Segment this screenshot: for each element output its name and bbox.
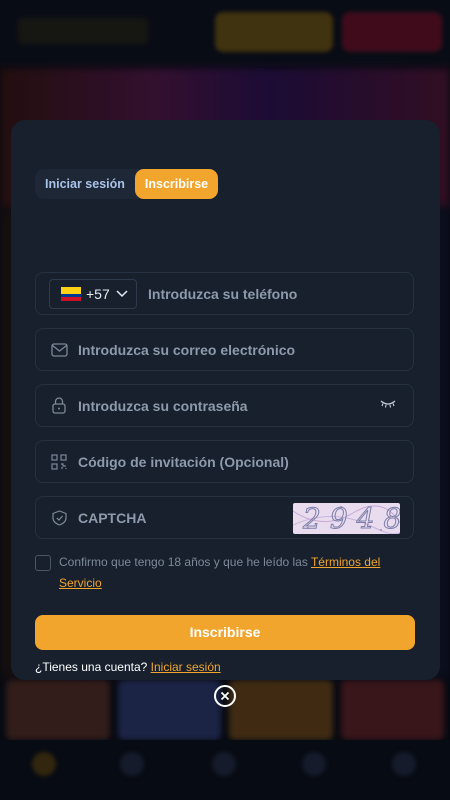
shield-check-icon — [50, 509, 68, 527]
register-button[interactable]: Inscribirse — [35, 615, 415, 650]
tab-login[interactable]: Iniciar sesión — [35, 169, 135, 199]
password-input[interactable]: Introduzca su contraseña — [78, 398, 248, 414]
colombia-flag-icon — [61, 286, 81, 301]
country-code: +57 — [86, 285, 110, 302]
mail-icon — [50, 341, 68, 359]
captcha-field[interactable]: CAPTCHA 2948 — [35, 496, 414, 539]
password-field[interactable]: Introduzca su contraseña — [35, 384, 414, 427]
terms-checkbox[interactable] — [35, 555, 51, 571]
captcha-input[interactable]: CAPTCHA — [78, 510, 146, 526]
email-input[interactable]: Introduzca su correo electrónico — [78, 342, 295, 358]
invite-code-input[interactable]: Código de invitación (Opcional) — [78, 454, 289, 470]
register-modal: Iniciar sesión Inscribirse +57 Introduzc… — [11, 120, 440, 680]
country-code-select[interactable]: +57 — [49, 278, 137, 309]
qr-code-icon — [50, 453, 68, 471]
email-field[interactable]: Introduzca su correo electrónico — [35, 328, 414, 371]
terms-text: Confirmo que tengo 18 años y que he leíd… — [59, 552, 404, 594]
phone-field[interactable]: +57 Introduzca su teléfono — [35, 272, 414, 315]
invite-code-field[interactable]: Código de invitación (Opcional) — [35, 440, 414, 483]
auth-tabs: Iniciar sesión Inscribirse — [35, 169, 219, 199]
have-account-text: ¿Tienes una cuenta? Iniciar sesión — [35, 660, 221, 674]
lock-icon — [50, 397, 68, 415]
eye-closed-icon[interactable] — [380, 399, 396, 409]
terms-label: Confirmo que tengo 18 años y que he leíd… — [59, 555, 311, 569]
close-icon[interactable] — [214, 685, 236, 707]
have-account-question: ¿Tienes una cuenta? — [35, 660, 151, 674]
tab-register[interactable]: Inscribirse — [134, 169, 219, 199]
phone-input[interactable]: Introduzca su teléfono — [148, 286, 297, 302]
captcha-image[interactable]: 2948 — [293, 503, 400, 534]
chevron-down-icon — [116, 289, 128, 297]
login-link[interactable]: Iniciar sesión — [151, 660, 221, 674]
captcha-text: 2948 — [302, 503, 400, 534]
